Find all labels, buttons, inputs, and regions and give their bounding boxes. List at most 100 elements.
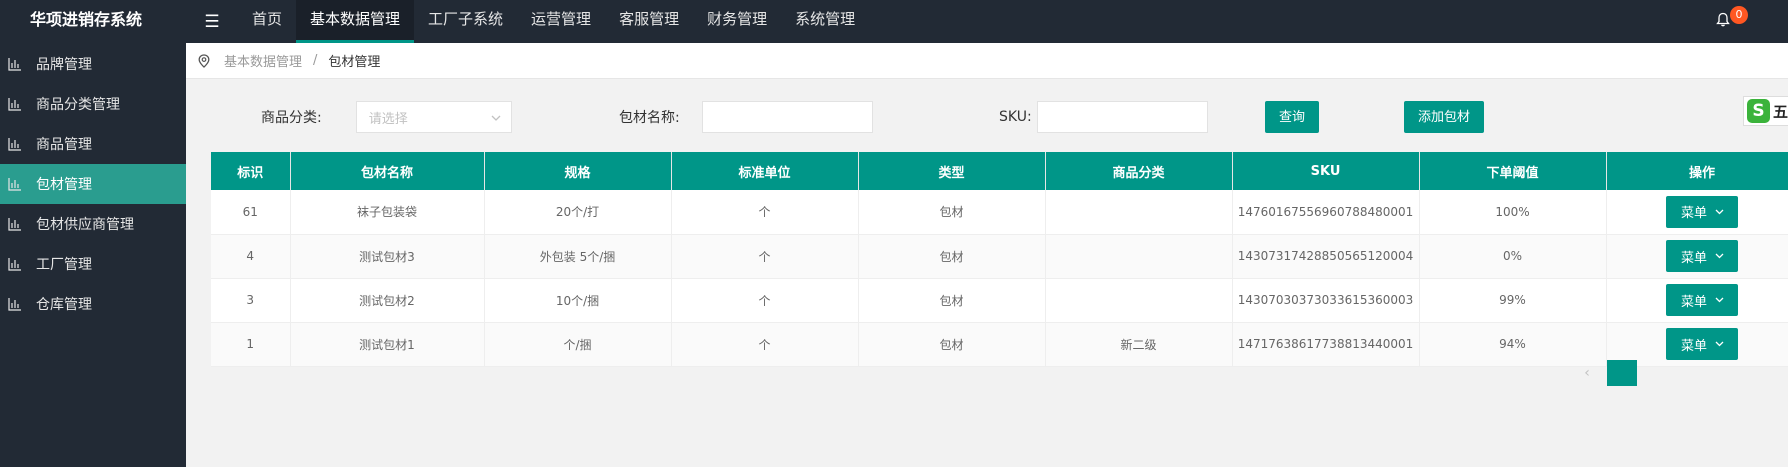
bell-icon xyxy=(1716,12,1730,27)
table-cell: 20个/打 xyxy=(484,190,672,235)
bar-chart-icon xyxy=(8,257,22,271)
table-cell: 包材 xyxy=(858,278,1046,323)
category-filter: 商品分类: 请选择 xyxy=(261,101,512,133)
table-cell: 3 xyxy=(211,278,291,323)
search-button[interactable]: 查询 xyxy=(1265,101,1320,133)
sidebar-item-label: 工厂管理 xyxy=(36,257,92,273)
name-input[interactable] xyxy=(701,101,873,133)
bar-chart-icon xyxy=(8,177,22,191)
column-header: 商品分类 xyxy=(1045,152,1233,190)
row-menu-button[interactable]: 菜单 xyxy=(1665,195,1738,228)
table-cell: 14307030373033615360003 xyxy=(1232,278,1420,323)
breadcrumb-current: 包材管理 xyxy=(328,55,381,70)
current-page-button[interactable] xyxy=(1607,360,1637,386)
menu-toggle-icon[interactable]: ☰ xyxy=(186,0,238,43)
action-cell: 菜单 xyxy=(1606,234,1788,279)
category-select[interactable]: 请选择 xyxy=(355,101,512,133)
table-cell: 包材 xyxy=(858,234,1046,279)
row-menu-label: 菜单 xyxy=(1680,338,1707,354)
app-title: 华项进销存系统 xyxy=(30,10,143,29)
ime-toolbar[interactable]: S 五 xyxy=(1743,96,1788,126)
sidebar-item-label: 仓库管理 xyxy=(36,297,92,313)
nav-item[interactable]: 客服管理 xyxy=(605,0,693,43)
nav-item[interactable]: 工厂子系统 xyxy=(414,0,517,43)
nav-item[interactable]: 基本数据管理 xyxy=(296,0,415,43)
sidebar-item-label: 商品分类管理 xyxy=(36,97,120,113)
table-cell: 个/捆 xyxy=(484,322,672,367)
sidebar-item[interactable]: 包材供应商管理 xyxy=(0,204,186,244)
table-cell: 0% xyxy=(1419,234,1607,279)
sidebar-menu: 品牌管理商品分类管理 商品管理包材管理包材供应商管理工厂管理仓库管理 xyxy=(0,43,186,324)
table-cell: 新二级 xyxy=(1045,322,1233,367)
table-cell: 个 xyxy=(671,278,859,323)
nav-item[interactable]: 首页 xyxy=(238,0,296,43)
row-menu-label: 菜单 xyxy=(1680,294,1707,310)
chevron-down-icon xyxy=(491,110,501,125)
prev-page-button[interactable]: ‹ xyxy=(1574,360,1600,386)
table-cell: 61 xyxy=(211,190,291,235)
category-select-placeholder: 请选择 xyxy=(368,111,408,127)
table-cell: 14307317428850565120004 xyxy=(1232,234,1420,279)
chevron-down-icon xyxy=(1715,341,1724,347)
sogou-logo-icon: S xyxy=(1747,99,1770,123)
table-cell xyxy=(1045,234,1233,279)
table-cell: 个 xyxy=(671,322,859,367)
table-cell: 个 xyxy=(671,190,859,235)
table-cell: 包材 xyxy=(858,322,1046,367)
sidebar-item[interactable]: 包材管理 xyxy=(0,164,186,204)
table-row: 4 测试包材3 外包装 5个/捆个包材 14307317428850565120004… xyxy=(211,234,1788,279)
sidebar: 品牌管理商品分类管理 商品管理包材管理包材供应商管理工厂管理仓库管理 xyxy=(0,43,186,467)
row-menu-button[interactable]: 菜单 xyxy=(1665,240,1738,272)
top-bar: 华项进销存系统 ☰ 首页 基本数据管理 工厂子系统 运营管理 客服管理 财务管理 系统管理 … xyxy=(0,0,1788,43)
row-menu-button[interactable]: 菜单 xyxy=(1665,328,1738,360)
table-cell: 测试包材1 xyxy=(290,322,485,367)
nav-item[interactable]: 财务管理 xyxy=(693,0,781,43)
table-cell: 99% xyxy=(1419,278,1607,323)
nav-item[interactable]: 系统管理 xyxy=(781,0,869,43)
sidebar-item[interactable]: 工厂管理 xyxy=(0,244,186,284)
table-row: 1 测试包材1 个/捆个包材 新二级 14717638617738813440001 94… xyxy=(211,322,1788,367)
table-cell: 14717638617738813440001 xyxy=(1232,322,1420,367)
bar-chart-icon xyxy=(8,57,22,71)
table-cell xyxy=(1045,278,1233,323)
column-header: 下单阈值 xyxy=(1419,152,1607,190)
chevron-down-icon xyxy=(1715,297,1724,303)
table-cell: 测试包材3 xyxy=(290,234,485,279)
table-cell: 包材 xyxy=(858,190,1046,235)
column-header: SKU xyxy=(1232,152,1420,190)
sidebar-item[interactable]: 仓库管理 xyxy=(0,284,186,324)
table-row: 3 测试包材2 10个/捆个包材 14307030373033615360003 99%… xyxy=(211,278,1788,323)
breadcrumb-parent[interactable]: 基本数据管理 xyxy=(224,51,302,70)
sidebar-item[interactable]: 商品管理 xyxy=(0,124,186,164)
column-header: 包材名称 xyxy=(290,152,485,190)
column-header: 操作 xyxy=(1606,152,1788,190)
add-packaging-button[interactable]: 添加包材 xyxy=(1404,101,1485,133)
name-filter: 包材名称: xyxy=(619,101,873,133)
category-label: 商品分类: xyxy=(261,110,322,126)
sidebar-item-label: 包材管理 xyxy=(36,177,92,193)
table-cell: 4 xyxy=(211,234,291,279)
sidebar-item-label: 商品管理 xyxy=(36,137,92,153)
sidebar-item[interactable]: 商品分类管理 xyxy=(0,84,186,124)
breadcrumb-separator: / xyxy=(313,53,318,68)
breadcrumb: 基本数据管理 / 包材管理 xyxy=(186,43,1788,79)
nav-item[interactable]: 运营管理 xyxy=(517,0,605,43)
sku-label: SKU: xyxy=(999,109,1032,125)
action-cell: 菜单 xyxy=(1606,278,1788,323)
notification-badge: 0 xyxy=(1730,6,1748,24)
notification-button[interactable]: 0 xyxy=(1714,6,1748,33)
bar-chart-icon xyxy=(8,217,22,231)
top-nav: 首页 基本数据管理 工厂子系统 运营管理 客服管理 财务管理 系统管理 xyxy=(238,0,869,43)
table-cell: 个 xyxy=(671,234,859,279)
sku-input[interactable] xyxy=(1036,101,1208,133)
table-cell: 1 xyxy=(211,322,291,367)
table-row: 61 袜子包装袋 20个/打个包材 14760167556960788480001 10… xyxy=(211,190,1788,235)
table-cell xyxy=(1045,190,1233,235)
table-cell: 袜子包装袋 xyxy=(290,190,485,235)
column-header: 规格 xyxy=(484,152,672,190)
sidebar-item[interactable]: 品牌管理 xyxy=(0,44,186,84)
bar-chart-icon xyxy=(8,137,22,151)
row-menu-label: 菜单 xyxy=(1680,250,1707,266)
row-menu-button[interactable]: 菜单 xyxy=(1665,284,1738,316)
main-content: 商品分类: 请选择 包材名称: SKU: 查询 添加包材 S 五 标识 包材名称规… xyxy=(186,79,1788,467)
